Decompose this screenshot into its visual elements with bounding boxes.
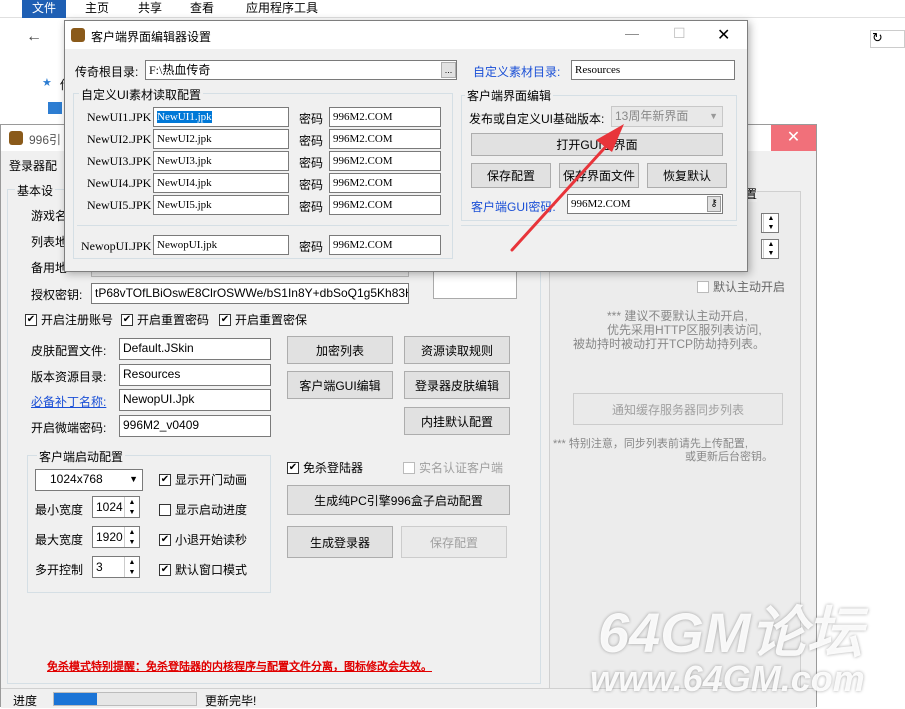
watermark-logo: 64GM论坛 xyxy=(598,601,863,664)
watermark-url: www.64GM.com xyxy=(590,658,865,699)
